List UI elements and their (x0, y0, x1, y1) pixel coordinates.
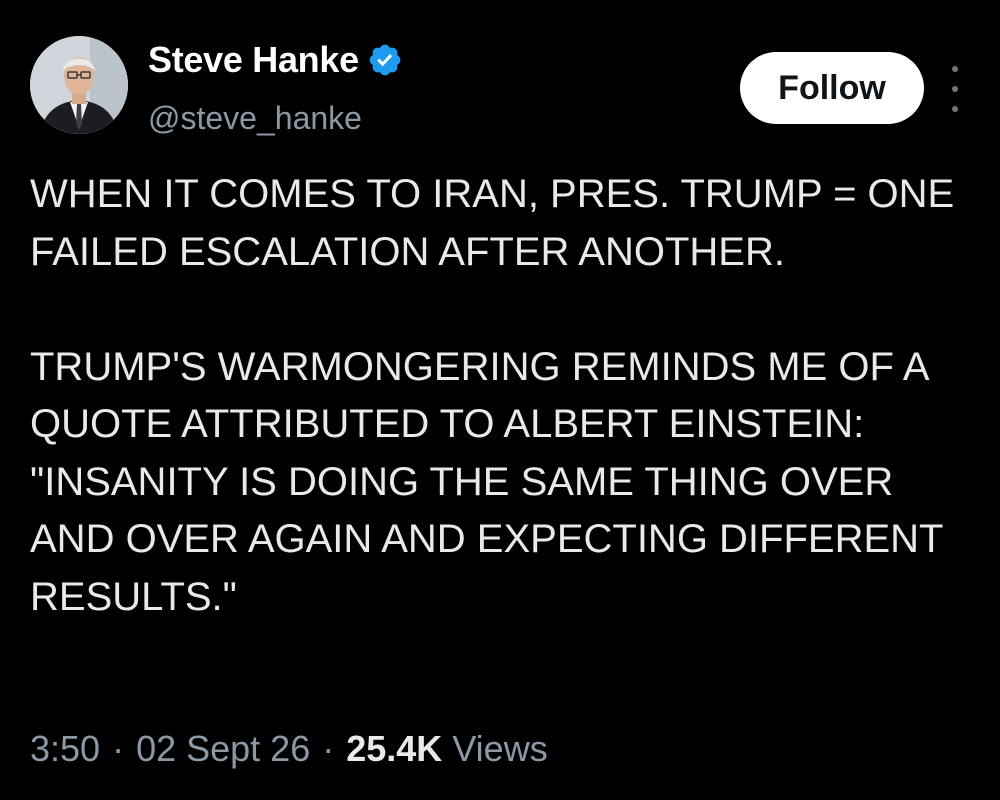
meta-separator: · (322, 728, 335, 769)
tweet-card: Steve Hanke @steve_hanke Follow WHEN IT … (0, 0, 1000, 800)
tweet-paragraph: TRUMP'S WARMONGERING REMINDS ME OF A QUO… (30, 344, 943, 619)
more-dot (952, 66, 958, 72)
more-dot (952, 86, 958, 92)
follow-button[interactable]: Follow (740, 52, 924, 124)
tweet-paragraph: WHEN IT COMES TO IRAN, PRES. TRUMP = ONE… (30, 172, 955, 274)
views-label: Views (452, 728, 548, 769)
meta-separator: · (112, 728, 125, 769)
avatar-image (30, 36, 128, 134)
more-dot (952, 106, 958, 112)
more-vertical-icon[interactable] (944, 66, 966, 112)
tweet-date[interactable]: 02 Sept 26 (136, 728, 310, 770)
verified-badge-icon (367, 42, 403, 78)
tweet-meta: 3:50 · 02 Sept 26 · 25.4K Views (30, 728, 548, 770)
tweet-time[interactable]: 3:50 (30, 728, 100, 770)
author-handle[interactable]: @steve_hanke (148, 100, 362, 137)
tweet-text: WHEN IT COMES TO IRAN, PRES. TRUMP = ONE… (30, 166, 970, 626)
author-display-name[interactable]: Steve Hanke (148, 39, 359, 81)
views-count[interactable]: 25.4K (346, 728, 442, 770)
author-name-row: Steve Hanke (148, 38, 403, 82)
avatar[interactable] (30, 36, 128, 134)
